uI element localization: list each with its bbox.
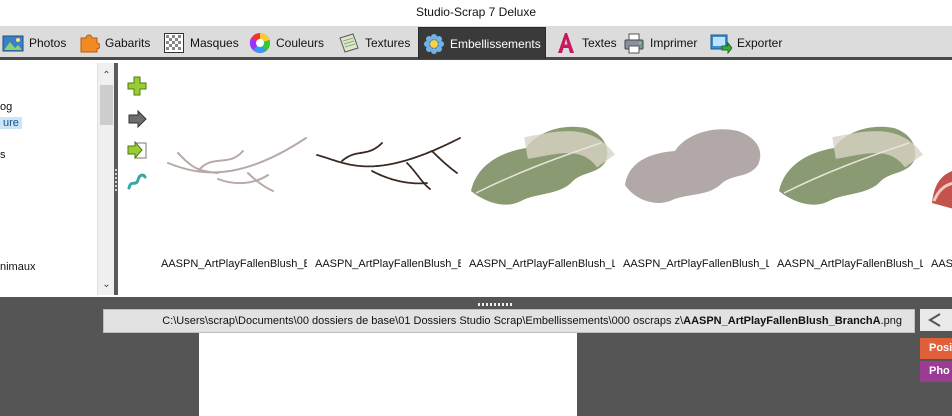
scrollbar-thumb[interactable] bbox=[100, 85, 113, 125]
tab-textures[interactable]: Textures bbox=[338, 27, 416, 59]
tab-embellissements[interactable]: Embellissements bbox=[418, 27, 546, 59]
tab-photos[interactable]: Photos bbox=[2, 27, 76, 59]
thumbnail-caption: AASPN_ArtPlayFallenBlush_Bra bbox=[315, 258, 461, 270]
thumbnail-caption: AASPN_ArtPlayFallenBlush_Le bbox=[777, 258, 923, 270]
tab-textes-label: Textes bbox=[582, 36, 617, 50]
position-button[interactable]: Posi bbox=[920, 338, 952, 359]
folder-tree: og ure s nimaux bbox=[0, 63, 97, 295]
tab-couleurs-label: Couleurs bbox=[276, 36, 325, 50]
tab-embellissements-label: Embellissements bbox=[450, 36, 541, 51]
wave-line-icon[interactable] bbox=[126, 171, 148, 193]
gear-flower-icon bbox=[423, 33, 445, 55]
tab-gabarits-label: Gabarits bbox=[105, 36, 151, 50]
thumbnail-caption: AASPN_ArtPlayFallenBlush_Le bbox=[623, 258, 769, 270]
export-icon bbox=[710, 32, 733, 55]
file-path-prefix: C:\Users\scrap\Documents\00 dossiers de … bbox=[162, 315, 684, 327]
file-extension: .png bbox=[880, 315, 902, 327]
window-title: Studio-Scrap 7 Deluxe bbox=[0, 0, 952, 26]
mask-icon bbox=[163, 32, 185, 54]
file-name: AASPN_ArtPlayFallenBlush_BranchA bbox=[683, 315, 881, 327]
tab-masques-label: Masques bbox=[190, 36, 239, 50]
texture-icon bbox=[338, 32, 360, 54]
tab-couleurs[interactable]: Couleurs bbox=[249, 27, 335, 59]
tab-photos-label: Photos bbox=[29, 36, 67, 50]
tab-gabarits[interactable]: Gabarits bbox=[78, 27, 160, 59]
scroll-down-icon[interactable]: ⌄ bbox=[101, 279, 112, 290]
thumbnail-leaf-green[interactable] bbox=[466, 113, 616, 213]
photos-icon bbox=[2, 32, 24, 54]
arrow-left-icon bbox=[928, 313, 941, 327]
arrow-right-icon[interactable] bbox=[126, 108, 148, 130]
color-wheel-icon bbox=[249, 32, 271, 54]
thumbnail-leaf-green[interactable] bbox=[774, 113, 924, 213]
folder-item[interactable]: s bbox=[0, 149, 6, 161]
scroll-up-icon[interactable]: ⌃ bbox=[101, 70, 112, 81]
folder-scrollbar[interactable]: ⌃ ⌄ bbox=[97, 63, 115, 295]
tab-exporter[interactable]: Exporter bbox=[710, 27, 790, 59]
splitter-grip[interactable] bbox=[478, 303, 514, 306]
embellishment-tools bbox=[118, 63, 154, 295]
file-path-bar: C:\Users\scrap\Documents\00 dossiers de … bbox=[103, 309, 915, 333]
embellishment-gallery: AASPN_ArtPlayFallenBlush_Bra AASPN_ArtPl… bbox=[154, 63, 952, 295]
tab-masques[interactable]: Masques bbox=[163, 27, 243, 59]
main-tab-bar: Photos Gabarits Masques Couleurs Texture… bbox=[0, 26, 952, 60]
tab-imprimer[interactable]: Imprimer bbox=[623, 27, 703, 59]
thumbnail-branch-dark[interactable] bbox=[312, 113, 462, 213]
tab-textes[interactable]: Textes bbox=[555, 27, 617, 59]
insert-arrow-icon[interactable] bbox=[126, 139, 148, 161]
printer-icon bbox=[623, 32, 645, 54]
tab-textures-label: Textures bbox=[365, 36, 411, 50]
tab-exporter-label: Exporter bbox=[737, 36, 783, 50]
folder-item[interactable]: nimaux bbox=[0, 261, 35, 273]
add-plus-icon[interactable] bbox=[126, 75, 148, 97]
thumbnail-caption: AASPN_ArtPlayFallenBlush_Bra bbox=[161, 258, 307, 270]
text-a-icon bbox=[555, 32, 577, 54]
folder-item-selected[interactable]: ure bbox=[0, 117, 22, 129]
folder-item[interactable]: og bbox=[0, 101, 12, 113]
thumbnail-leaf-red[interactable] bbox=[928, 113, 952, 213]
thumbnail-leaf-shadow[interactable] bbox=[620, 113, 770, 213]
photo-button[interactable]: Pho bbox=[920, 361, 952, 382]
page-canvas[interactable] bbox=[199, 333, 577, 416]
tab-imprimer-label: Imprimer bbox=[650, 36, 698, 50]
collapse-panel-button[interactable] bbox=[920, 309, 952, 331]
puzzle-icon bbox=[78, 32, 101, 54]
thumbnail-caption: AASPI bbox=[931, 258, 952, 270]
thumbnail-caption: AASPN_ArtPlayFallenBlush_Le bbox=[469, 258, 615, 270]
thumbnail-branch-light[interactable] bbox=[158, 113, 308, 213]
